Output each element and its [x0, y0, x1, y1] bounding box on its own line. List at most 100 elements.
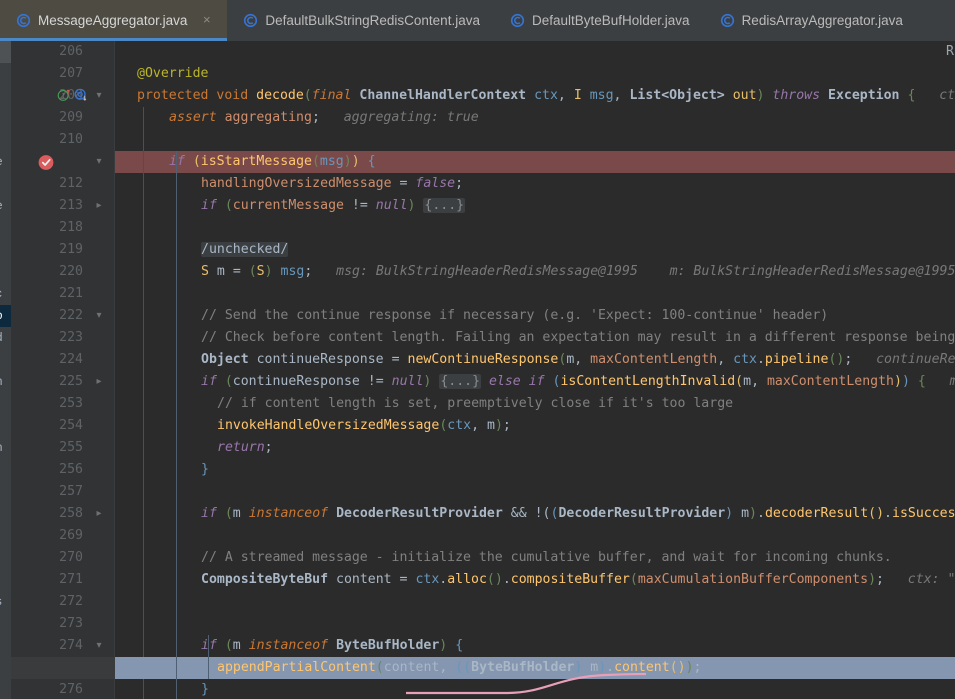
ide-editor-window: MessageAggregator.java × DefaultBulkStri… — [0, 0, 955, 699]
list-item[interactable]: d — [0, 327, 11, 349]
line-number: 276 — [59, 682, 83, 697]
code-line-255[interactable]: return; — [217, 437, 273, 459]
code-line-212[interactable]: handlingOversizedMessage = false; — [201, 173, 463, 195]
chevron-down-icon[interactable]: ▾ — [92, 85, 106, 107]
line-number: 271 — [59, 572, 83, 587]
code-line-253[interactable]: // if content length is set, preemptivel… — [217, 393, 733, 415]
chevron-right-icon[interactable]: ▸ — [92, 195, 106, 217]
line-number: 255 — [59, 440, 83, 455]
gutter-icon-group[interactable]: I — [57, 85, 88, 107]
list-item[interactable]: - — [0, 525, 11, 547]
line-number: 222 — [59, 308, 83, 323]
code-line-209[interactable]: assert aggregating; aggregating: true — [169, 107, 479, 129]
list-item[interactable]: l — [0, 547, 11, 569]
svg-text:I: I — [62, 92, 65, 100]
line-number: 218 — [59, 220, 83, 235]
breakpoint-icon[interactable] — [35, 151, 57, 173]
list-item[interactable]: l — [0, 261, 11, 283]
line-number: 256 — [59, 462, 83, 477]
editor-gutter[interactable]: 206 207 208 209 210 212 213 218 219 220 … — [11, 41, 115, 699]
code-line-225[interactable]: if (continueResponse != null) {...} else… — [201, 371, 955, 393]
line-number: 212 — [59, 176, 83, 191]
code-line-258[interactable]: if (m instanceof DecoderResultProvider &… — [201, 503, 955, 525]
code-line-272[interactable]: if (m instanceof ByteBufHolder) { — [201, 635, 463, 657]
code-line-222[interactable]: // Send the continue response if necessa… — [201, 305, 828, 327]
close-icon[interactable]: × — [200, 13, 213, 27]
line-number: 257 — [59, 484, 83, 499]
project-tool-window-edge[interactable]: e e r l c o d n n r - l l s — [0, 41, 11, 699]
line-number: 210 — [59, 132, 83, 147]
code-editor[interactable]: e e r l c o d n n r - l l s — [0, 41, 955, 699]
chevron-right-icon[interactable]: ▸ — [92, 503, 106, 525]
inlay-edge-glyph: R — [946, 44, 954, 59]
list-item[interactable]: r — [0, 503, 11, 525]
current-line-gutter — [11, 657, 115, 679]
implementing-method-icon[interactable]: I — [57, 87, 71, 106]
code-line-207[interactable]: @Override — [137, 63, 208, 85]
code-line-271[interactable]: CompositeByteBuf content = ctx.alloc().c… — [201, 569, 955, 591]
chevron-down-icon[interactable]: ▾ — [92, 305, 106, 327]
chevron-down-icon[interactable]: ▾ — [92, 151, 106, 173]
list-item[interactable]: c — [0, 283, 11, 305]
line-number: 274 — [59, 638, 83, 653]
line-number: 206 — [59, 44, 83, 59]
annotation-icon[interactable] — [74, 87, 88, 106]
indent-guide — [143, 107, 144, 699]
code-area[interactable]: 206 207 208 209 210 212 213 218 219 220 … — [11, 41, 955, 699]
chevron-down-icon[interactable]: ▾ — [92, 635, 106, 657]
code-line-270[interactable]: // A streamed message - initialize the c… — [201, 547, 892, 569]
code-line-223[interactable]: // Check before content length. Failing … — [201, 327, 955, 349]
tab-label: DefaultByteBufHolder.java — [531, 13, 690, 28]
line-number: 225 — [59, 374, 83, 389]
java-class-icon — [720, 13, 735, 28]
list-item-selected[interactable]: o — [0, 305, 11, 327]
list-item[interactable]: e — [0, 195, 11, 217]
code-line-256[interactable]: } — [201, 459, 209, 481]
java-class-icon — [510, 13, 525, 28]
execution-line-gutter-band — [115, 657, 148, 679]
list-item[interactable]: s — [0, 591, 11, 613]
tab-redis-array-aggregator[interactable]: RedisArrayAggregator.java — [704, 0, 917, 41]
code-line-213[interactable]: if (currentMessage != null) {...} — [201, 195, 466, 217]
breakpoint-line-highlight — [11, 151, 955, 173]
chevron-right-icon[interactable]: ▸ — [92, 371, 106, 393]
line-number: 207 — [59, 66, 83, 81]
indent-guide — [176, 151, 177, 699]
tab-default-byte-buf-holder[interactable]: DefaultByteBufHolder.java — [494, 0, 704, 41]
list-item[interactable]: e — [0, 151, 11, 173]
code-line-219[interactable]: /unchecked/ — [201, 239, 289, 261]
code-line-254[interactable]: invokeHandleOversizedMessage(ctx, m); — [217, 415, 511, 437]
code-line-211[interactable]: if (isStartMessage(msg)) { — [169, 151, 376, 173]
list-item[interactable]: n — [0, 371, 11, 393]
line-number: 221 — [59, 286, 83, 301]
line-number: 254 — [59, 418, 83, 433]
editor-tab-bar: MessageAggregator.java × DefaultBulkStri… — [0, 0, 955, 41]
line-number: 220 — [59, 264, 83, 279]
line-number: 223 — [59, 330, 83, 345]
list-item[interactable]: l — [0, 569, 11, 591]
tab-label: RedisArrayAggregator.java — [741, 13, 903, 28]
code-line-208[interactable]: protected void decode(final ChannelHandl… — [137, 85, 955, 107]
line-number: 213 — [59, 198, 83, 213]
line-number: 273 — [59, 616, 83, 631]
gutter-divider — [114, 41, 115, 699]
tab-label: DefaultBulkStringRedisContent.java — [265, 13, 480, 28]
java-class-icon — [243, 13, 258, 28]
code-line-224[interactable]: Object continueResponse = newContinueRes… — [201, 349, 955, 371]
code-line-274[interactable]: } — [201, 679, 209, 699]
code-line-273[interactable]: appendPartialContent(content, ((ByteBufH… — [217, 657, 701, 679]
list-item[interactable]: r — [0, 239, 11, 261]
line-number: 272 — [59, 594, 83, 609]
java-class-icon — [16, 13, 31, 28]
tab-label: MessageAggregator.java — [38, 13, 188, 28]
tool-window-header-edge — [0, 41, 11, 63]
line-number: 269 — [59, 528, 83, 543]
tab-default-bulk-string-redis-content[interactable]: DefaultBulkStringRedisContent.java — [227, 0, 494, 41]
line-number: 253 — [59, 396, 83, 411]
list-item[interactable]: n — [0, 437, 11, 459]
line-number: 270 — [59, 550, 83, 565]
line-number: 219 — [59, 242, 83, 257]
line-number: 258 — [59, 506, 83, 521]
code-line-220[interactable]: S m = (S) msg; msg: BulkStringHeaderRedi… — [201, 261, 955, 283]
tab-message-aggregator[interactable]: MessageAggregator.java × — [0, 0, 228, 41]
